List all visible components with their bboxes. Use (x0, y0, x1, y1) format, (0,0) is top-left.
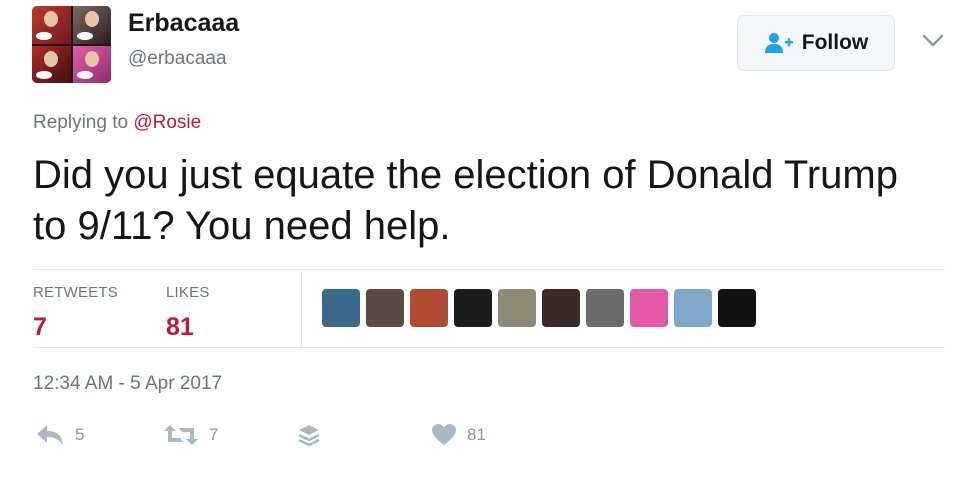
layers-button[interactable] (297, 423, 321, 449)
liker-avatar[interactable] (454, 289, 492, 327)
retweet-button[interactable]: 7 (163, 423, 218, 447)
liker-avatar[interactable] (322, 289, 360, 327)
likes-stat[interactable]: LIKES 81 (166, 284, 210, 342)
likes-label: LIKES (166, 284, 210, 301)
author-display-name[interactable]: Erbacaaa (128, 9, 239, 38)
avatar-panel (32, 45, 71, 83)
reply-icon (37, 425, 63, 445)
likes-count: 81 (166, 313, 194, 341)
liker-avatar[interactable] (630, 289, 668, 327)
retweets-label: RETWEETS (33, 284, 118, 301)
chevron-down-icon[interactable] (922, 34, 944, 48)
liker-avatar[interactable] (366, 289, 404, 327)
divider (33, 347, 945, 348)
liker-avatar[interactable] (674, 289, 712, 327)
add-user-icon (764, 33, 793, 53)
liker-avatar[interactable] (498, 289, 536, 327)
retweet-count: 7 (209, 425, 219, 444)
heart-icon (432, 424, 456, 445)
follow-button[interactable]: Follow (737, 15, 895, 71)
retweet-icon (164, 425, 198, 445)
reply-mention-link[interactable]: @Rosie (133, 112, 201, 133)
author-handle[interactable]: @erbacaaa (128, 48, 227, 70)
likers-avatar-list (322, 289, 756, 327)
avatar-panel (32, 6, 71, 44)
retweets-stat[interactable]: RETWEETS 7 (33, 284, 118, 342)
avatar-panel (72, 45, 111, 83)
liker-avatar[interactable] (410, 289, 448, 327)
retweets-count: 7 (33, 313, 47, 341)
follow-button-label: Follow (801, 31, 869, 54)
like-button[interactable]: 81 (431, 423, 486, 447)
author-avatar[interactable] (32, 6, 111, 83)
liker-avatar[interactable] (718, 289, 756, 327)
divider (301, 270, 302, 347)
divider (33, 269, 945, 270)
tweet-text: Did you just equate the election of Dona… (33, 153, 898, 248)
reply-context-prefix: Replying to (33, 112, 129, 133)
reply-count: 5 (75, 425, 85, 444)
tweet-timestamp[interactable]: 12:34 AM - 5 Apr 2017 (33, 373, 222, 395)
avatar-panel (72, 6, 111, 44)
liker-avatar[interactable] (586, 289, 624, 327)
like-count: 81 (467, 425, 486, 444)
reply-button[interactable]: 5 (35, 423, 84, 447)
reply-context: Replying to @Rosie (33, 112, 201, 134)
layers-icon (298, 425, 320, 447)
liker-avatar[interactable] (542, 289, 580, 327)
